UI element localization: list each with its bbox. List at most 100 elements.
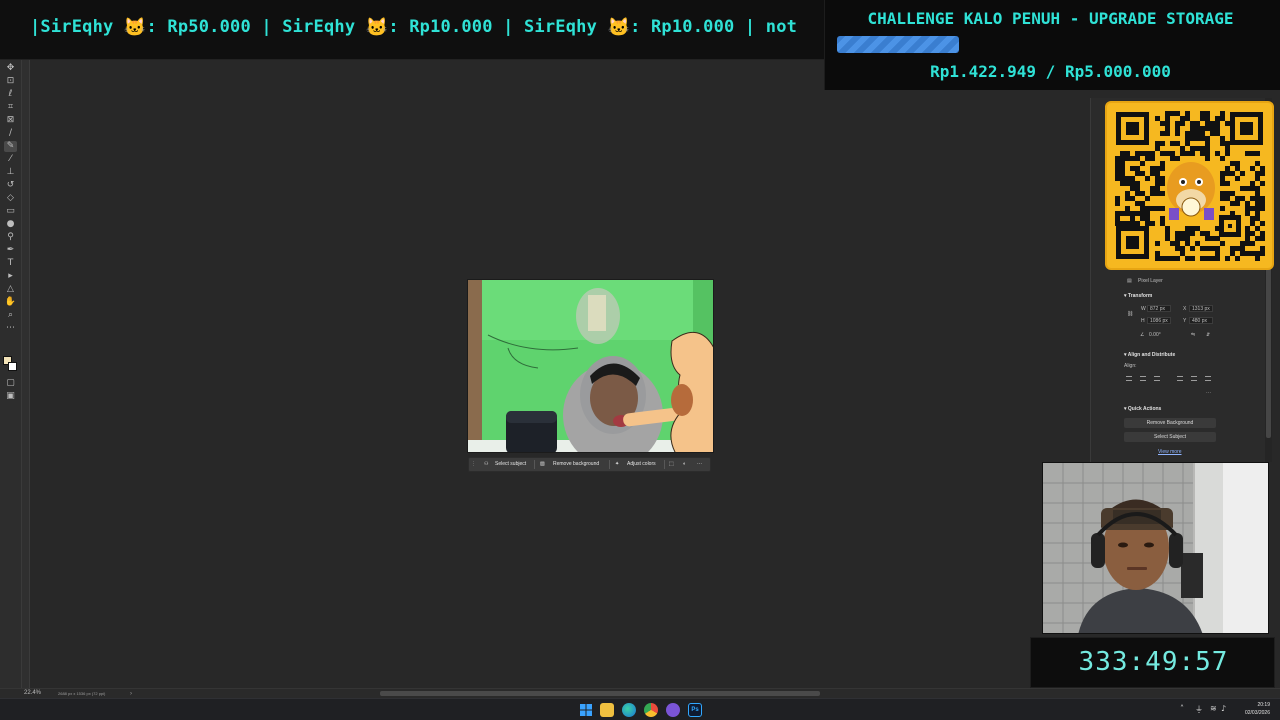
pen-icon[interactable]: ✒: [4, 245, 17, 256]
move-icon[interactable]: ✥: [4, 63, 17, 74]
remove-background-button[interactable]: Remove Background: [1124, 418, 1216, 428]
horizontal-scrollbar[interactable]: [380, 691, 820, 696]
transform-heading-text: Transform: [1127, 293, 1153, 299]
gradient-icon[interactable]: ▭: [4, 206, 17, 217]
clone-stamp-icon[interactable]: ⊥: [4, 167, 17, 178]
tray-chevron-icon[interactable]: ˄: [1180, 704, 1184, 713]
tray-app-icon[interactable]: ⏚: [1195, 704, 1203, 715]
transform-icon[interactable]: ⬚: [669, 458, 674, 471]
wifi-icon[interactable]: ≋: [1210, 704, 1217, 713]
volume-icon[interactable]: ♪: [1221, 704, 1226, 713]
ticker-tail: | not: [734, 17, 798, 37]
width-field[interactable]: 872 px: [1147, 305, 1171, 312]
more-tools-icon[interactable]: ⋯: [4, 323, 17, 334]
mask-icon[interactable]: ◐: [683, 458, 686, 471]
align-bottom-icon[interactable]: [1205, 376, 1211, 381]
align-right-icon[interactable]: [1154, 376, 1160, 381]
align-left-icon[interactable]: [1126, 376, 1132, 381]
path-select-icon[interactable]: ▸: [4, 271, 17, 282]
background-color-swatch[interactable]: [8, 362, 17, 371]
challenge-amount: Rp1.422.949 / Rp5.000.000: [930, 62, 1171, 81]
link-icon[interactable]: ⛓: [1127, 311, 1133, 317]
type-icon[interactable]: T: [4, 258, 17, 269]
ticker-separator: :: [630, 17, 651, 37]
crop-icon[interactable]: ⌗: [4, 102, 17, 113]
screen-mode-icon[interactable]: ▣: [4, 391, 17, 402]
mascot-icon: 🐱: [123, 17, 147, 38]
canvas-document[interactable]: [467, 279, 714, 453]
width-value: 872 px: [1150, 306, 1166, 312]
remove-background-ctx-button[interactable]: Remove background: [553, 458, 599, 471]
h-label: H: [1141, 318, 1145, 324]
quick-actions-heading-text: Quick Actions: [1127, 406, 1162, 412]
brush-icon[interactable]: ⁄: [4, 154, 17, 165]
ticker-separator: :: [388, 17, 410, 37]
windows-start-icon[interactable]: [579, 703, 593, 717]
view-more-link[interactable]: View more: [1158, 449, 1182, 455]
challenge-title: CHALLENGE KALO PENUH - UPGRADE STORAGE: [867, 9, 1234, 28]
messenger-icon[interactable]: [666, 703, 680, 717]
flip-vertical-icon[interactable]: ⇵: [1206, 332, 1210, 338]
x-label: X: [1183, 306, 1187, 312]
status-chevron-icon[interactable]: ›: [130, 690, 132, 698]
align-label: Align:: [1124, 363, 1137, 369]
mascot-icon: 🐱: [607, 17, 631, 38]
eraser-icon[interactable]: ◇: [4, 193, 17, 204]
x-field[interactable]: 1313 px: [1189, 305, 1213, 312]
file-explorer-icon[interactable]: [600, 703, 614, 717]
zoom-icon[interactable]: ⌕: [4, 310, 17, 321]
frame-icon[interactable]: ⊠: [4, 115, 17, 126]
y-field[interactable]: 480 px: [1189, 317, 1213, 324]
align-heading: ▾ Align and Distribute: [1124, 352, 1176, 358]
photoshop-icon[interactable]: Ps: [688, 703, 702, 717]
w-label: W: [1141, 306, 1146, 312]
tools-panel: ✥ ⊡ ℓ ⌗ ⊠ ∕ ✎ ⁄ ⊥ ↺ ◇ ▭ ● ⚲ ✒ T ▸ △ ✋ ⌕ …: [0, 60, 22, 688]
webcam-image: [1043, 463, 1268, 633]
ticker-donor: | SirEqhy: [503, 17, 598, 37]
hand-icon[interactable]: ✋: [4, 297, 17, 308]
ctx-more-button[interactable]: ···: [697, 458, 702, 471]
timer-text: 333:49:57: [1078, 647, 1229, 677]
ticker-donor: | SirEqhy: [261, 17, 356, 37]
adjust-colors-ctx-button[interactable]: Adjust colors: [627, 458, 656, 471]
select-subject-button[interactable]: Select Subject: [1124, 432, 1216, 442]
history-brush-icon[interactable]: ↺: [4, 180, 17, 191]
align-more-button[interactable]: ···: [1206, 390, 1211, 396]
mascot-icon: 🐱: [365, 17, 389, 38]
dodge-icon[interactable]: ⚲: [4, 232, 17, 243]
streamer-webcam: [1042, 462, 1269, 634]
drag-handle-icon[interactable]: ⋮: [471, 458, 476, 471]
align-center-icon[interactable]: [1140, 376, 1146, 381]
qr-code-image: [1114, 110, 1265, 261]
quick-mask-icon[interactable]: ▢: [4, 378, 17, 389]
edge-browser-icon[interactable]: [622, 703, 636, 717]
select-subject-icon: ⚇: [484, 461, 489, 467]
artboard-icon[interactable]: ⊡: [4, 76, 17, 87]
height-field[interactable]: 1086 px: [1147, 317, 1171, 324]
shape-icon[interactable]: △: [4, 284, 17, 295]
challenge-progress-fill: [837, 36, 959, 53]
zoom-level[interactable]: 22.4%: [24, 690, 41, 696]
donation-ticker: |SirEqhy 🐱: Rp50.000 | SirEqhy 🐱: Rp10.0…: [0, 0, 835, 60]
quick-actions-heading: ▾ Quick Actions: [1124, 406, 1162, 412]
layer-type-label: Pixel Layer: [1138, 278, 1163, 284]
y-label: Y: [1183, 318, 1187, 324]
height-value: 1086 px: [1150, 318, 1168, 324]
select-subject-ctx-button[interactable]: Select subject: [495, 458, 526, 471]
angle-value[interactable]: 0.00°: [1149, 332, 1161, 338]
align-heading-text: Align and Distribute: [1127, 352, 1176, 358]
align-middle-icon[interactable]: [1191, 376, 1197, 381]
ticker-amount: Rp10.000: [409, 17, 493, 37]
flip-horizontal-icon[interactable]: ⇋: [1191, 332, 1195, 338]
healing-brush-icon[interactable]: ✎: [4, 141, 17, 152]
y-value: 480 px: [1192, 318, 1208, 324]
align-top-icon[interactable]: [1177, 376, 1183, 381]
eyedropper-icon[interactable]: ∕: [4, 128, 17, 139]
document-dimensions: 2688 px x 1536 px (72 ppi): [58, 691, 106, 696]
layer-icon: ▤: [1127, 278, 1132, 284]
chrome-browser-icon[interactable]: [644, 703, 658, 717]
blur-icon[interactable]: ●: [4, 219, 17, 230]
lasso-icon[interactable]: ℓ: [4, 89, 17, 100]
system-clock[interactable]: 20:19 02/03/2026: [1245, 701, 1270, 717]
ticker-separator: :: [146, 17, 168, 37]
